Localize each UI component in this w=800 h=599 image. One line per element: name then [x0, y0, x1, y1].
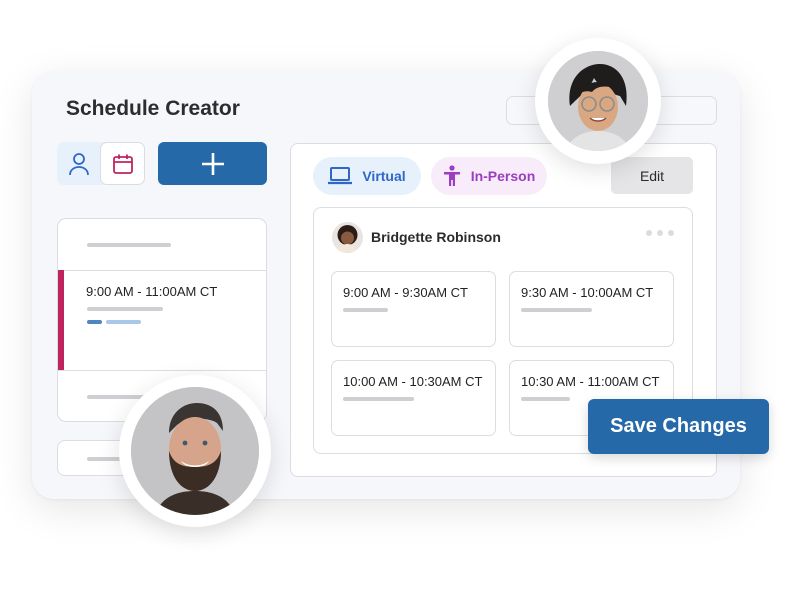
selected-accent — [58, 270, 64, 370]
tag-bar — [106, 320, 141, 324]
in-person-label: In-Person — [470, 168, 536, 184]
placeholder-bar — [87, 307, 163, 311]
page-title: Schedule Creator — [66, 97, 240, 120]
host-name: Bridgette Robinson — [371, 229, 501, 245]
placeholder-bar — [521, 308, 592, 312]
person-view-button[interactable] — [57, 142, 101, 185]
add-button[interactable] — [158, 142, 267, 185]
edit-button[interactable]: Edit — [611, 157, 693, 194]
save-changes-button[interactable]: Save Changes — [588, 399, 769, 454]
person-icon — [69, 152, 89, 175]
slot-time: 9:30 AM - 10:00AM CT — [521, 285, 654, 300]
placeholder-bar — [343, 308, 388, 312]
slot-time: 9:00 AM - 9:30AM CT — [343, 285, 468, 300]
time-slot[interactable]: 9:00 AM - 9:30AM CT — [331, 271, 496, 347]
time-slot[interactable]: 9:30 AM - 10:00AM CT — [509, 271, 674, 347]
list-item[interactable] — [58, 219, 266, 271]
tag-bar — [87, 320, 102, 324]
avatar-ring — [535, 38, 661, 164]
virtual-label: Virtual — [362, 168, 406, 184]
placeholder-bar — [87, 243, 171, 247]
list-item-time: 9:00 AM - 11:00AM CT — [86, 284, 218, 299]
slot-time: 10:00 AM - 10:30AM CT — [343, 374, 483, 389]
in-person-filter[interactable]: In-Person — [431, 157, 547, 195]
avatar-bottom — [131, 387, 259, 515]
slot-time: 10:30 AM - 11:00AM CT — [521, 374, 660, 389]
avatar-top — [548, 51, 648, 151]
host-avatar — [332, 222, 363, 253]
virtual-filter[interactable]: Virtual — [313, 157, 421, 195]
placeholder-bar — [521, 397, 570, 401]
calendar-view-button[interactable] — [100, 142, 145, 185]
more-horizontal-icon[interactable] — [646, 230, 674, 236]
calendar-icon — [112, 154, 133, 174]
list-item-selected[interactable]: 9:00 AM - 11:00AM CT — [58, 270, 266, 371]
person-standing-icon — [443, 165, 460, 186]
plus-icon — [201, 152, 224, 175]
time-slot[interactable]: 10:00 AM - 10:30AM CT — [331, 360, 496, 436]
view-toggle — [57, 142, 145, 185]
placeholder-bar — [343, 397, 414, 401]
avatar-ring — [119, 375, 271, 527]
laptop-icon — [328, 167, 353, 185]
